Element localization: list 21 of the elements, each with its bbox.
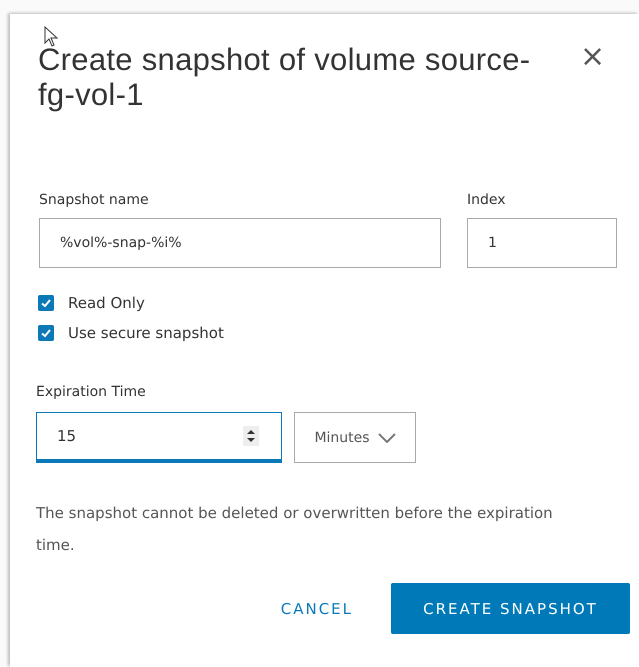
- checkbox-label: Read Only: [68, 294, 145, 312]
- checkbox[interactable]: [38, 325, 54, 341]
- cursor-icon: [44, 26, 60, 48]
- input-field[interactable]: 1: [467, 218, 617, 268]
- checkmark-icon: [40, 297, 52, 309]
- number-field[interactable]: 15: [36, 412, 282, 463]
- field-label: Index: [467, 192, 507, 208]
- checkbox[interactable]: [38, 295, 54, 311]
- checkmark-icon: [40, 327, 52, 339]
- spinner-icon[interactable]: [243, 426, 259, 446]
- field-label: Snapshot name: [39, 192, 150, 208]
- cancel-button[interactable]: CANCEL: [280, 583, 353, 634]
- field-label: Expiration Time: [36, 384, 147, 400]
- checkbox-label: Use secure snapshot: [68, 324, 224, 342]
- help-text: The snapshot cannot be deleted or overwritten before the expiration time.: [36, 503, 554, 556]
- unit-dropdown[interactable]: Minutes: [294, 412, 416, 463]
- input-field[interactable]: %vol%-snap-%i%: [39, 218, 441, 268]
- chevron-down-icon: [378, 432, 396, 442]
- create-button[interactable]: CREATE SNAPSHOT: [391, 583, 630, 634]
- dialog-title: Create snapshot of volume source-fg-vol-1: [38, 42, 532, 112]
- close-button[interactable]: ×: [576, 44, 610, 70]
